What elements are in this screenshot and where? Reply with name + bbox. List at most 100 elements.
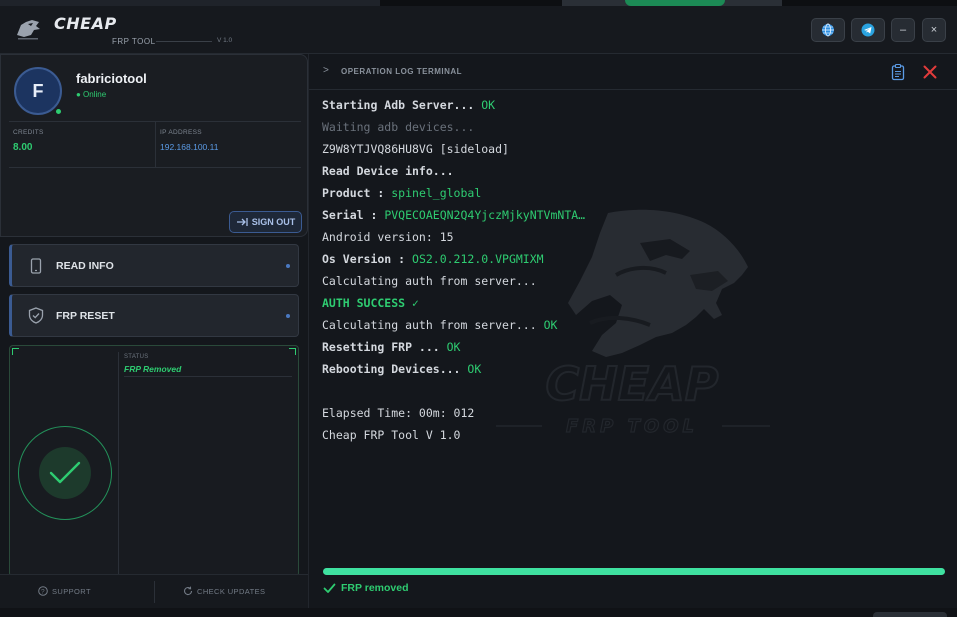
- log-text: Os Version :: [322, 252, 413, 266]
- profile-card: F fabriciotool ● Online CREDITS 8.00 IP …: [0, 54, 308, 237]
- language-button[interactable]: [811, 18, 845, 42]
- indicator-dot: [286, 314, 290, 318]
- operation-log: Starting Adb Server... OK Waiting adb dev…: [322, 94, 922, 446]
- sign-out-label: SIGN OUT: [251, 217, 296, 227]
- corner-bracket: [12, 348, 19, 355]
- progress-label: FRP removed: [341, 582, 409, 594]
- left-footer: ? SUPPORT CHECK UPDATES: [0, 574, 308, 608]
- telegram-icon: [861, 23, 875, 37]
- log-text: Rebooting Devices...: [322, 362, 461, 376]
- online-status: ● Online: [76, 90, 107, 99]
- help-icon: ?: [38, 586, 48, 596]
- clear-log-button[interactable]: [921, 63, 939, 81]
- terminal-prompt-icon: >: [323, 65, 329, 76]
- footer-divider: [154, 581, 155, 603]
- log-value: OK: [460, 362, 482, 376]
- corner-bracket: [289, 348, 296, 355]
- support-link[interactable]: ? SUPPORT: [38, 586, 91, 596]
- phone-icon: [26, 256, 46, 276]
- log-text: Calculating auth from server...: [322, 318, 537, 332]
- log-line: Os Version : OS2.0.212.0.VPGMIXM: [322, 248, 922, 270]
- subtitle-divider: [156, 41, 212, 42]
- log-value: OK: [439, 340, 461, 354]
- credits-value: 8.00: [13, 142, 33, 153]
- svg-text:?: ?: [41, 589, 45, 596]
- ip-label: IP ADDRESS: [160, 129, 202, 136]
- bottom-strip: [0, 608, 957, 617]
- clipboard-icon: [891, 63, 905, 81]
- check-updates-link[interactable]: CHECK UPDATES: [183, 586, 265, 596]
- profile-divider: [9, 167, 301, 168]
- frp-reset-button[interactable]: FRP RESET: [9, 294, 299, 337]
- progress-fill: [323, 568, 945, 575]
- status-column-divider: [118, 352, 119, 576]
- app-subtitle: FRP TOOL: [112, 37, 156, 46]
- log-line: Z9W8YTJVQ86HU8VG [sideload]: [322, 138, 922, 160]
- log-value: spinel_global: [391, 186, 482, 200]
- indicator-dot: [286, 264, 290, 268]
- credits-label: CREDITS: [13, 129, 44, 136]
- frp-reset-label: FRP RESET: [56, 309, 115, 322]
- log-text: Waiting adb devices...: [322, 120, 475, 134]
- close-icon: [923, 65, 937, 79]
- log-line: Waiting adb devices...: [322, 116, 922, 138]
- log-text: Resetting FRP ...: [322, 340, 440, 354]
- log-header-divider: [309, 89, 957, 90]
- log-title: OPERATION LOG TERMINAL: [341, 67, 463, 76]
- profile-column-divider: [155, 121, 156, 167]
- support-label: SUPPORT: [52, 586, 91, 596]
- refresh-icon: [184, 586, 193, 596]
- log-text: Android version: 15: [322, 230, 454, 244]
- panther-logo-icon: [17, 20, 40, 40]
- log-line: Calculating auth from server... OK: [322, 314, 922, 336]
- status-divider: [124, 376, 292, 377]
- checkmark-icon: [49, 461, 81, 484]
- telegram-button[interactable]: [851, 18, 885, 42]
- read-info-button[interactable]: READ INFO: [9, 244, 299, 287]
- log-value: OK: [536, 318, 558, 332]
- log-line: Read Device info...: [322, 160, 922, 182]
- log-text: AUTH SUCCESS ✓: [322, 296, 419, 310]
- read-info-label: READ INFO: [56, 259, 114, 272]
- log-line: Serial : PVQECOAEQN2Q4YjczMjkyNTVmNTA…: [322, 204, 922, 226]
- minimize-icon: –: [899, 23, 907, 36]
- log-line: Cheap FRP Tool V 1.0: [322, 424, 922, 446]
- log-text: Starting Adb Server...: [322, 98, 475, 112]
- log-text: Elapsed Time: 00m: 012: [322, 406, 475, 420]
- minimize-button[interactable]: –: [891, 18, 915, 42]
- log-text: Calculating auth from server...: [322, 274, 537, 288]
- strip-segment: [873, 612, 947, 617]
- log-text: Serial :: [322, 208, 385, 222]
- check-icon: [323, 583, 336, 593]
- check-updates-label: CHECK UPDATES: [197, 586, 266, 596]
- app-brand: CHEAP: [54, 14, 117, 33]
- sign-out-icon: [236, 218, 248, 226]
- close-icon: ×: [930, 23, 938, 36]
- status-card: STATUS FRP Removed: [9, 345, 299, 577]
- log-line: Calculating auth from server...: [322, 270, 922, 292]
- log-text: Cheap FRP Tool V 1.0: [322, 428, 461, 442]
- log-line: Elapsed Time: 00m: 012: [322, 402, 922, 424]
- copy-log-button[interactable]: [890, 63, 906, 81]
- panel-divider: [308, 54, 309, 608]
- shield-check-icon: [26, 306, 46, 326]
- success-ring: [18, 426, 112, 520]
- log-line: Resetting FRP ... OK: [322, 336, 922, 358]
- log-line: AUTH SUCCESS ✓: [322, 292, 922, 314]
- progress-status: FRP removed: [323, 582, 409, 594]
- log-line: Product : spinel_global: [322, 182, 922, 204]
- log-text: Read Device info...: [322, 164, 454, 178]
- close-window-button[interactable]: ×: [922, 18, 946, 42]
- log-text: Product :: [322, 186, 392, 200]
- ip-value: 192.168.100.11: [160, 142, 219, 152]
- status-label: STATUS: [124, 354, 149, 360]
- sign-out-button[interactable]: SIGN OUT: [229, 211, 302, 233]
- online-indicator: [54, 107, 63, 116]
- log-line: Starting Adb Server... OK: [322, 94, 922, 116]
- log-text: Z9W8YTJVQ86HU8VG [sideload]: [322, 142, 509, 156]
- globe-icon: [822, 23, 834, 37]
- log-value: OK: [474, 98, 496, 112]
- success-badge: [39, 447, 91, 499]
- username: fabriciotool: [76, 71, 147, 86]
